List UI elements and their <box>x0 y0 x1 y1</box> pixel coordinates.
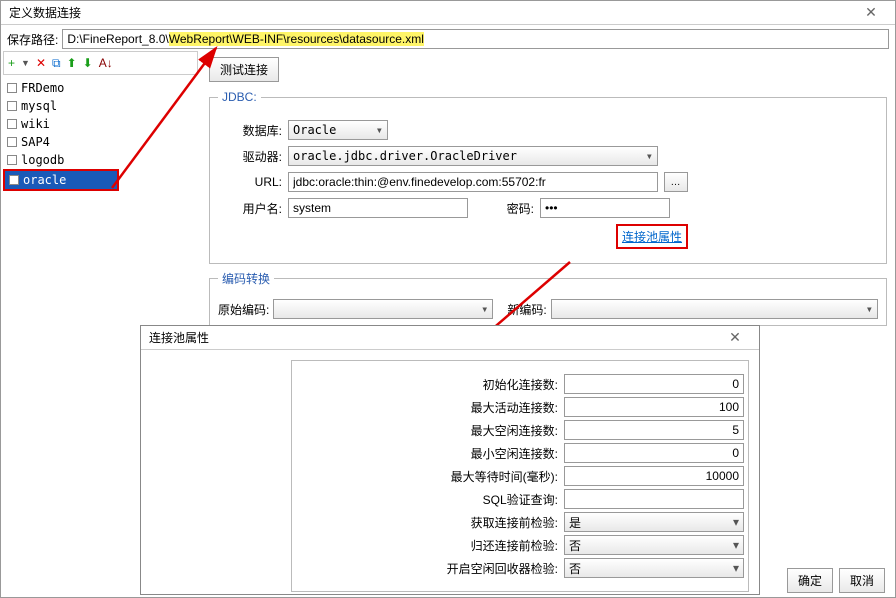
db-label: 数据库: <box>218 122 282 139</box>
encoding-fieldset: 编码转换 原始编码: 新编码: <box>209 270 887 326</box>
db-name: mysql <box>21 99 57 113</box>
pool-properties-dialog: 连接池属性 ✕ 初始化连接数: 最大活动连接数: 最大空闲连接数: 最小空闲连接… <box>140 325 760 595</box>
pool-properties-link[interactable]: 连接池属性 <box>622 230 682 244</box>
jdbc-legend: JDBC: <box>218 90 261 104</box>
main-title: 定义数据连接 <box>5 4 851 21</box>
db-name: wiki <box>21 117 50 131</box>
sql-validate-input[interactable] <box>564 489 744 509</box>
sort-icon[interactable]: A↓ <box>99 56 113 70</box>
db-name: oracle <box>23 173 66 187</box>
url-more-button[interactable]: … <box>664 172 688 192</box>
main-titlebar: 定义数据连接 ✕ <box>1 1 895 25</box>
enc-new-select[interactable] <box>551 299 878 319</box>
max-active-input[interactable] <box>564 397 744 417</box>
db-icon <box>7 155 17 165</box>
prop-label: 开启空闲回收器检验: <box>296 560 560 577</box>
db-value: Oracle <box>293 123 336 137</box>
path-highlight: WebReport\WEB-INF\resources\datasource.x… <box>169 32 424 46</box>
close-icon[interactable]: ✕ <box>715 327 755 349</box>
enc-orig-label: 原始编码: <box>218 301 269 318</box>
init-conn-input[interactable] <box>564 374 744 394</box>
db-name: FRDemo <box>21 81 64 95</box>
driver-value: oracle.jdbc.driver.OracleDriver <box>293 149 517 163</box>
dropdown-icon[interactable]: ▼ <box>21 58 30 68</box>
list-item-selected[interactable]: oracle <box>5 171 117 189</box>
jdbc-fieldset: JDBC: 数据库: Oracle 驱动器: oracle.jdbc.drive… <box>209 90 887 264</box>
sidebar-toolbar: + ▼ ✕ ⧉ ⬆ ⬇ A↓ <box>3 51 198 75</box>
copy-icon[interactable]: ⧉ <box>52 56 61 71</box>
db-icon <box>7 101 17 111</box>
prop-label: SQL验证查询: <box>296 491 560 508</box>
add-icon[interactable]: + <box>8 56 15 70</box>
db-name: logodb <box>21 153 64 167</box>
path-input[interactable]: D:\FineReport_8.0\WebReport\WEB-INF\reso… <box>62 29 889 49</box>
test-connection-button[interactable]: 测试连接 <box>209 57 279 82</box>
close-icon[interactable]: ✕ <box>851 2 891 24</box>
up-icon[interactable]: ⬆ <box>67 56 77 70</box>
enc-new-label: 新编码: <box>507 301 546 318</box>
path-label: 保存路径: <box>7 31 58 48</box>
cancel-button[interactable]: 取消 <box>839 568 885 593</box>
popup-titlebar: 连接池属性 ✕ <box>141 326 759 350</box>
driver-label: 驱动器: <box>218 148 282 165</box>
db-icon <box>7 137 17 147</box>
max-idle-input[interactable] <box>564 420 744 440</box>
password-input[interactable] <box>540 198 670 218</box>
list-item[interactable]: FRDemo <box>3 79 198 97</box>
db-icon <box>9 175 19 185</box>
db-icon <box>7 83 17 93</box>
test-on-borrow-select[interactable]: 是 <box>564 512 744 532</box>
driver-select[interactable]: oracle.jdbc.driver.OracleDriver <box>288 146 658 166</box>
popup-body: 初始化连接数: 最大活动连接数: 最大空闲连接数: 最小空闲连接数: 最大等待时… <box>141 350 759 594</box>
list-item[interactable]: logodb <box>3 151 198 169</box>
db-name: SAP4 <box>21 135 50 149</box>
prop-panel: 初始化连接数: 最大活动连接数: 最大空闲连接数: 最小空闲连接数: 最大等待时… <box>291 360 749 592</box>
url-label: URL: <box>218 175 282 189</box>
test-on-return-select[interactable]: 否 <box>564 535 744 555</box>
prop-label: 最小空闲连接数: <box>296 445 560 462</box>
prop-label: 最大空闲连接数: <box>296 422 560 439</box>
ok-button[interactable]: 确定 <box>787 568 833 593</box>
user-input[interactable] <box>288 198 468 218</box>
list-item[interactable]: wiki <box>3 115 198 133</box>
list-item[interactable]: mysql <box>3 97 198 115</box>
highlight-box: oracle <box>3 169 119 191</box>
down-icon[interactable]: ⬇ <box>83 56 93 70</box>
popup-title: 连接池属性 <box>145 329 715 346</box>
path-prefix: D:\FineReport_8.0\ <box>67 32 168 46</box>
prop-label: 初始化连接数: <box>296 376 560 393</box>
delete-icon[interactable]: ✕ <box>36 56 46 70</box>
prop-label: 归还连接前检验: <box>296 537 560 554</box>
list-item[interactable]: SAP4 <box>3 133 198 151</box>
url-input[interactable] <box>288 172 658 192</box>
user-label: 用户名: <box>218 200 282 217</box>
enc-orig-select[interactable] <box>273 299 493 319</box>
prop-label: 最大等待时间(毫秒): <box>296 468 560 485</box>
db-select[interactable]: Oracle <box>288 120 388 140</box>
prop-label: 最大活动连接数: <box>296 399 560 416</box>
prop-label: 获取连接前检验: <box>296 514 560 531</box>
footer: 确定 取消 <box>787 568 885 593</box>
db-icon <box>7 119 17 129</box>
min-idle-input[interactable] <box>564 443 744 463</box>
max-wait-input[interactable] <box>564 466 744 486</box>
highlight-box: 连接池属性 <box>616 224 688 249</box>
db-list: FRDemo mysql wiki SAP4 logodb oracle <box>1 77 200 193</box>
pass-label: 密码: <box>474 200 534 217</box>
test-while-idle-select[interactable]: 否 <box>564 558 744 578</box>
enc-legend: 编码转换 <box>218 270 274 287</box>
